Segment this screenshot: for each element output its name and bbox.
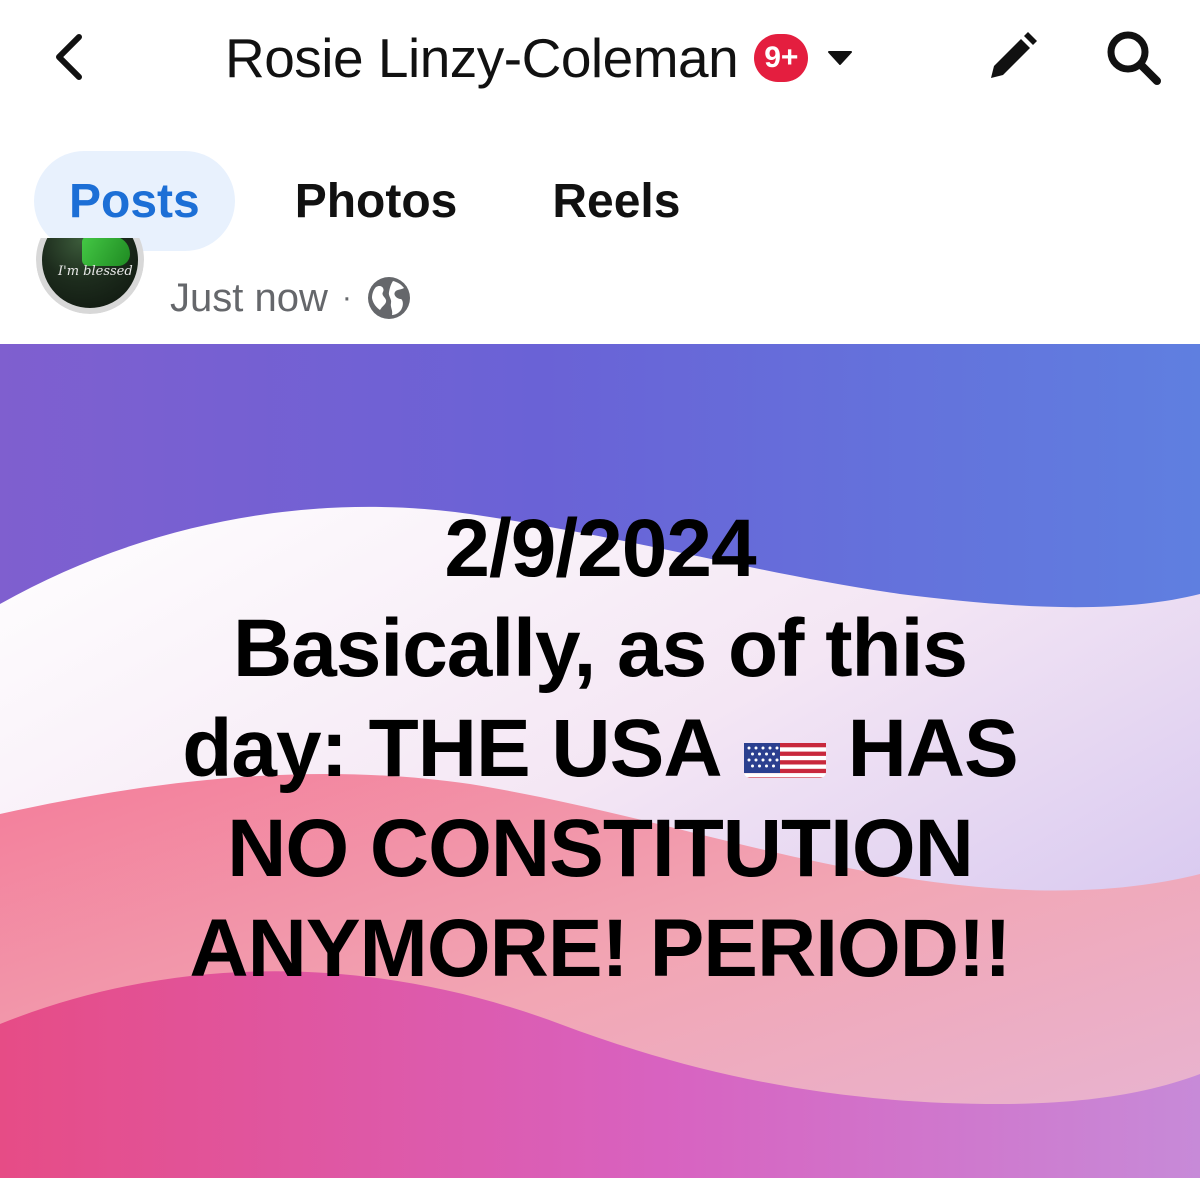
avatar-photo: I'm blessed [36,238,144,314]
audience-button[interactable] [366,275,412,321]
post-meta: Just now · [170,272,412,324]
profile-title-group[interactable]: Rosie Linzy-Coleman 9+ [225,20,858,95]
profile-switch-dropdown[interactable] [822,40,858,76]
tab-posts[interactable]: Posts [34,151,235,251]
post-image[interactable]: 2/9/2024 Basically, as of this day: THE … [0,344,1200,1178]
tab-photos[interactable]: Photos [260,151,493,251]
search-icon [1107,31,1161,85]
back-button[interactable] [40,22,96,92]
caret-down-icon [828,50,853,65]
globe-icon [367,277,410,319]
post-text-line-with-flag: day: THE USA HAS [0,699,1200,799]
chevron-left-icon [56,34,82,80]
post-text-line: Basically, as of this [232,603,968,694]
avatar-graphic [82,238,130,266]
tab-reels[interactable]: Reels [517,151,715,251]
pencil-icon [991,32,1037,78]
avatar-caption: I'm blessed [58,264,133,279]
post-text-line: NO CONSTITUTION [227,803,974,894]
avatar[interactable]: I'm blessed [36,238,144,314]
search-button[interactable] [1098,22,1168,92]
post-text: 2/9/2024 Basically, as of this day: THE … [0,499,1200,999]
post-text-line: ANYMORE! PERIOD!! [189,903,1011,994]
edit-button[interactable] [978,25,1044,91]
top-bar: Rosie Linzy-Coleman 9+ [0,0,1200,120]
post-text-segment: day: THE USA [182,703,722,794]
meta-separator: · [341,281,352,314]
us-flag-emoji [743,722,826,779]
post-text-line: 2/9/2024 [444,503,756,594]
post-timestamp[interactable]: Just now [170,276,328,321]
notification-badge: 9+ [754,33,809,82]
post-text-segment: HAS [847,703,1019,794]
page-title: Rosie Linzy-Coleman [225,26,739,89]
profile-tabs: Posts Photos Reels [34,151,740,251]
